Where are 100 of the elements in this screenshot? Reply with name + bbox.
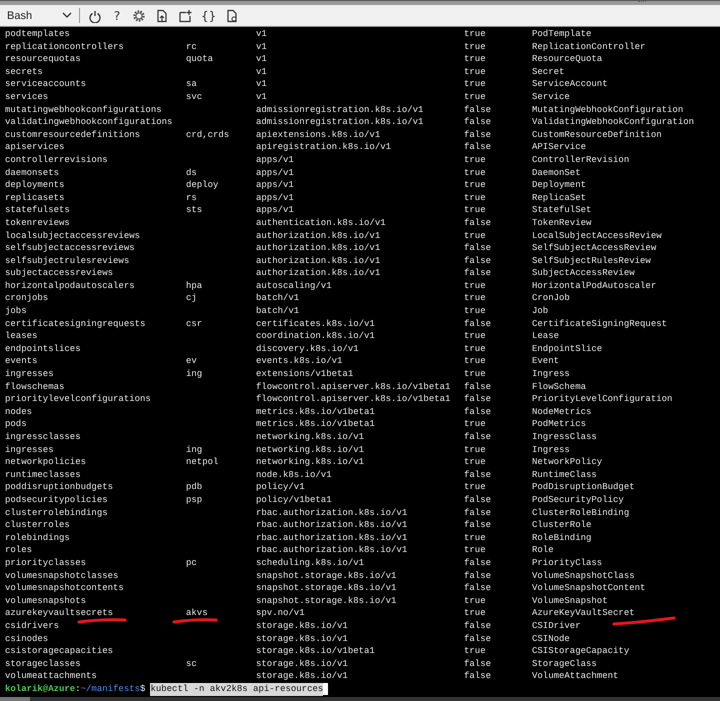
resource-name: certificatesigningrequests [5, 318, 146, 330]
kind-name: VolumeSnapshotContent [532, 582, 646, 595]
kind-name: PriorityClass [532, 556, 602, 570]
api-version: policy/v1 [256, 481, 305, 494]
resource-name: priorityclasses [5, 556, 86, 570]
cursor [323, 682, 328, 695]
kind-name: Ingress [532, 444, 570, 456]
api-version: scheduling.k8s.io/v1 [256, 556, 364, 570]
resource-name: tokenreviews [5, 216, 70, 230]
kind-name: CSIDriver [532, 620, 581, 632]
resource-name: networkpolicies [5, 456, 86, 469]
namespaced-value: true [464, 594, 486, 608]
shell-dropdown[interactable]: Bash [5, 6, 75, 24]
toolbar-button[interactable]: {} [199, 6, 218, 24]
kind-name: PodMetrics [532, 418, 586, 431]
resource-name: ingresses [5, 368, 54, 381]
api-version: coordination.k8s.io/v1 [256, 330, 375, 343]
kind-name: PodTemplate [532, 28, 592, 41]
namespaced-value: true [464, 230, 486, 242]
short-name: sa [186, 78, 197, 91]
kind-name: DaemonSet [532, 166, 581, 180]
api-version: spv.no/v1 [256, 607, 305, 620]
short-name: sts [186, 204, 202, 217]
api-version: storage.k8s.io/v1 [256, 670, 348, 683]
kind-name: NodeMetrics [532, 406, 592, 418]
namespaced-value: true [464, 330, 486, 343]
namespaced-value: true [464, 90, 486, 104]
namespaced-value: true [464, 645, 486, 658]
namespaced-value: false [464, 116, 492, 129]
horizontal-scrollbar[interactable] [0, 697, 720, 701]
api-version: storage.k8s.io/v1beta1 [256, 645, 375, 658]
short-name: ing [186, 444, 202, 456]
namespaced-value: false [464, 431, 492, 444]
api-version: v1 [256, 53, 267, 66]
api-version: snapshot.storage.k8s.io/v1 [256, 570, 396, 582]
resource-name: podtemplates [5, 28, 70, 41]
kind-name: PriorityLevelConfiguration [532, 393, 672, 406]
short-name: crd,crds [186, 128, 230, 142]
namespaced-value: true [464, 418, 486, 431]
kind-name: StatefulSet [532, 204, 592, 217]
short-name: rc [186, 40, 197, 54]
resource-name: runtimeclasses [5, 468, 81, 482]
toolbar-button[interactable]: ? [109, 6, 125, 24]
kind-name: SelfSubjectAccessReview [532, 242, 656, 255]
namespaced-value: true [464, 78, 486, 91]
short-name: ev [186, 355, 197, 368]
api-version: storage.k8s.io/v1 [256, 632, 348, 646]
resource-name: volumesnapshotcontents [5, 582, 124, 595]
resource-name: ingressclasses [5, 431, 81, 444]
namespaced-value: true [464, 53, 486, 66]
kind-name: HorizontalPodAutoscaler [532, 280, 656, 292]
short-name: psp [186, 494, 202, 507]
kind-name: VolumeSnapshot [532, 594, 608, 608]
api-version: extensions/v1beta1 [256, 368, 354, 381]
kind-name: ControllerRevision [532, 154, 630, 167]
namespaced-value: true [464, 280, 486, 292]
resource-name: volumesnapshotclasses [5, 570, 118, 582]
api-version: apps/v1 [256, 179, 294, 192]
api-version: rbac.authorization.k8s.io/v1 [256, 544, 408, 557]
grip-icon[interactable] [638, 1, 646, 4]
namespaced-value: false [464, 128, 492, 142]
resource-name: csidrivers [5, 620, 60, 632]
kind-name: ValidatingWebhookConfiguration [532, 116, 694, 129]
resource-name: validatingwebhookconfigurations [5, 116, 172, 129]
resource-name: selfsubjectrulesreviews [5, 254, 130, 268]
kind-name: CustomResourceDefinition [532, 128, 662, 142]
namespaced-value: false [464, 318, 492, 330]
resource-name: secrets [5, 66, 43, 78]
api-version: metrics.k8s.io/v1beta1 [256, 406, 375, 418]
namespaced-value: true [464, 368, 486, 381]
resource-name: pods [5, 418, 27, 431]
api-version: certificates.k8s.io/v1 [256, 318, 375, 330]
namespaced-value: false [464, 519, 492, 532]
namespaced-value: true [464, 28, 486, 41]
namespaced-value: true [464, 179, 486, 192]
kind-name: APIService [532, 141, 586, 154]
api-version: v1 [256, 66, 267, 78]
kind-name: IngressClass [532, 431, 597, 444]
namespaced-value: true [464, 192, 486, 204]
short-name: ing [186, 368, 202, 381]
short-name: deploy [186, 179, 218, 192]
api-version: apps/v1 [256, 166, 294, 180]
resource-name: resourcequotas [5, 53, 81, 66]
namespaced-value: false [464, 556, 492, 570]
resource-name: localsubjectaccessreviews [5, 230, 140, 242]
namespaced-value: false [464, 506, 492, 520]
kind-name: Job [532, 305, 548, 318]
resource-name: cronjobs [5, 292, 48, 306]
kind-name: Role [532, 544, 554, 557]
resource-name: storageclasses [5, 658, 81, 670]
resource-name: services [5, 90, 48, 104]
namespaced-value: false [464, 582, 492, 595]
namespaced-value: false [464, 104, 492, 116]
namespaced-value: true [464, 444, 486, 456]
kind-name: Service [532, 90, 570, 104]
api-version: policy/v1beta1 [256, 494, 332, 507]
api-version: apiregistration.k8s.io/v1 [256, 141, 392, 154]
kind-name: SubjectAccessReview [532, 267, 635, 280]
api-version: flowcontrol.apiserver.k8s.io/v1beta1 [256, 380, 450, 394]
kind-name: SelfSubjectRulesReview [532, 254, 651, 268]
